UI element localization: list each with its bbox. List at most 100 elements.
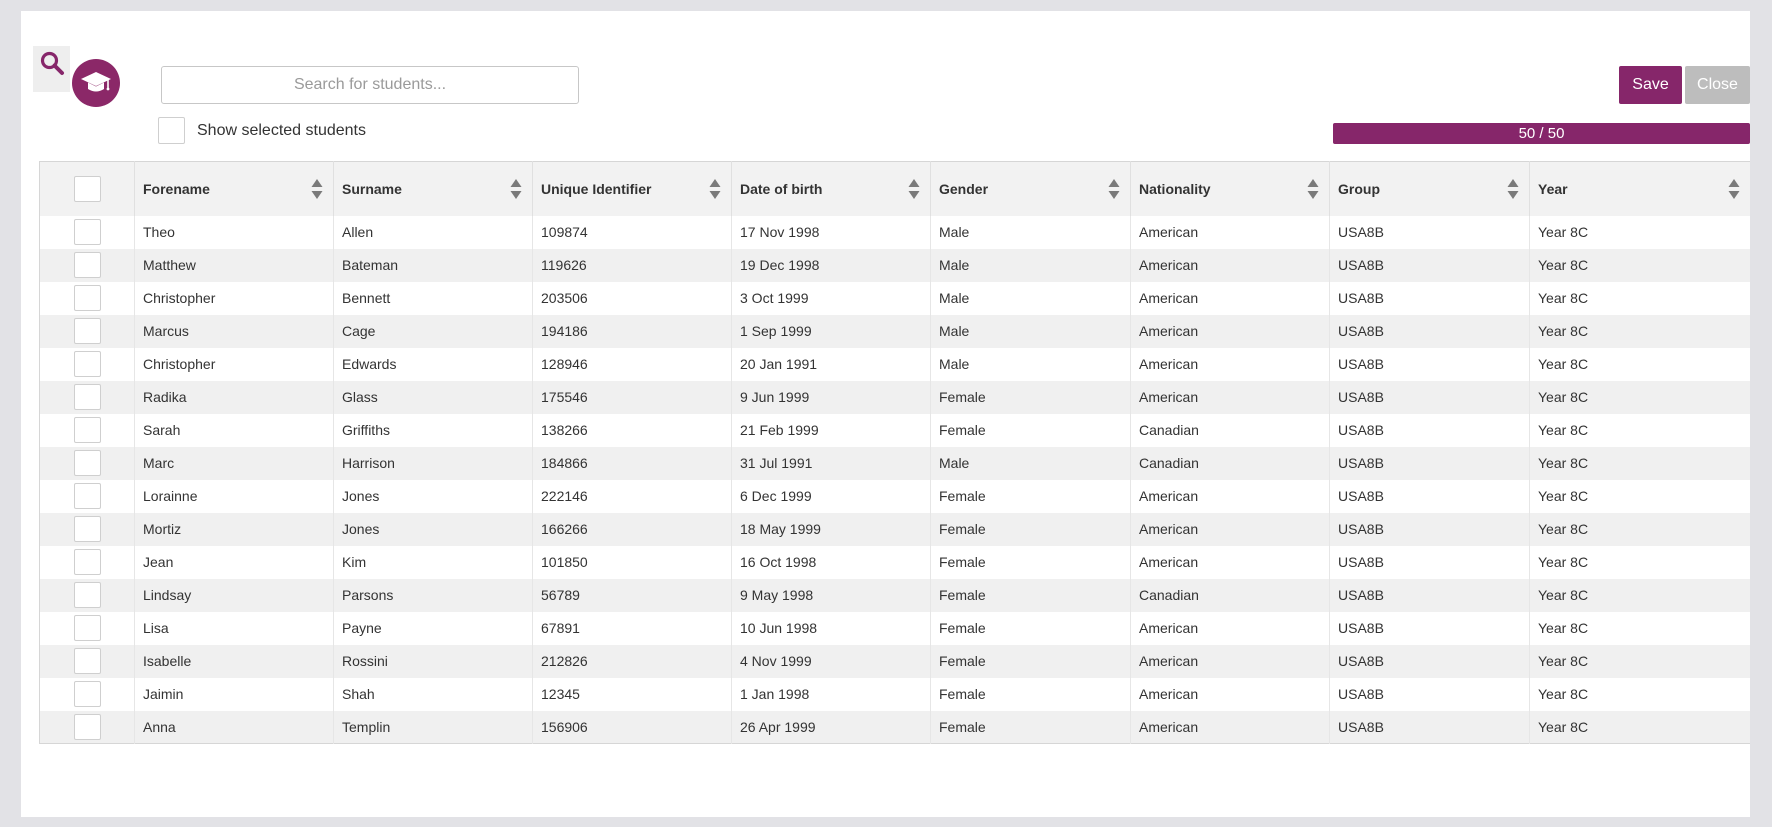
column-header-unique-identifier[interactable]: Unique Identifier bbox=[532, 161, 732, 216]
table-cell: 128946 bbox=[532, 347, 732, 381]
table-cell: Female bbox=[930, 512, 1131, 546]
row-checkbox[interactable] bbox=[73, 384, 101, 410]
row-checkbox[interactable] bbox=[73, 615, 101, 641]
table-cell: Anna bbox=[134, 710, 334, 744]
column-header-group[interactable]: Group bbox=[1329, 161, 1530, 216]
row-checkbox[interactable] bbox=[73, 285, 101, 311]
sort-icon[interactable] bbox=[311, 178, 323, 200]
table-cell: Sarah bbox=[134, 413, 334, 447]
table-cell: Lisa bbox=[134, 611, 334, 645]
table-cell: USA8B bbox=[1329, 281, 1530, 315]
table-cell: Payne bbox=[333, 611, 533, 645]
table-cell: Cage bbox=[333, 314, 533, 348]
table-cell: Bennett bbox=[333, 281, 533, 315]
table-cell: 1 Sep 1999 bbox=[731, 314, 931, 348]
column-header-label: Year bbox=[1538, 180, 1568, 197]
table-cell: Matthew bbox=[134, 248, 334, 282]
table-row[interactable]: Matthew Bateman 119626 19 Dec 1998 Male Ameri… bbox=[39, 248, 1750, 282]
table-cell: Theo bbox=[134, 215, 334, 249]
table-row[interactable]: Anna Templin 156906 26 Apr 1999 Female Americ… bbox=[39, 710, 1750, 744]
row-checkbox[interactable] bbox=[73, 648, 101, 674]
row-select-cell bbox=[39, 611, 135, 645]
show-selected-toggle[interactable]: Show selected students bbox=[158, 117, 366, 144]
save-button[interactable]: Save bbox=[1619, 66, 1682, 104]
table-row[interactable]: Christopher Bennett 203506 3 Oct 1999 Male Am… bbox=[39, 281, 1750, 315]
row-select-cell bbox=[39, 677, 135, 711]
show-selected-checkbox[interactable] bbox=[158, 117, 185, 144]
table-cell: Lorainne bbox=[134, 479, 334, 513]
table-cell: USA8B bbox=[1329, 380, 1530, 414]
search-toggle-button[interactable] bbox=[33, 46, 70, 92]
table-cell: 166266 bbox=[532, 512, 732, 546]
table-row[interactable]: Marc Harrison 184866 31 Jul 1991 Male Canadia… bbox=[39, 446, 1750, 480]
table-cell: USA8B bbox=[1329, 611, 1530, 645]
column-header-forename[interactable]: Forename bbox=[134, 161, 334, 216]
search-icon bbox=[40, 51, 64, 75]
column-header-label: Surname bbox=[342, 180, 402, 197]
table-cell: Christopher bbox=[134, 347, 334, 381]
row-checkbox[interactable] bbox=[73, 219, 101, 245]
table-cell: USA8B bbox=[1329, 677, 1530, 711]
row-checkbox[interactable] bbox=[73, 549, 101, 575]
table-cell: Year 8C bbox=[1529, 248, 1750, 282]
table-cell: USA8B bbox=[1329, 248, 1530, 282]
student-search-input[interactable] bbox=[161, 66, 579, 104]
row-checkbox[interactable] bbox=[73, 450, 101, 476]
table-row[interactable]: Marcus Cage 194186 1 Sep 1999 Male American US… bbox=[39, 314, 1750, 348]
column-header-date-of-birth[interactable]: Date of birth bbox=[731, 161, 931, 216]
column-header-label: Date of birth bbox=[740, 180, 823, 197]
sort-icon[interactable] bbox=[908, 178, 920, 200]
column-header-surname[interactable]: Surname bbox=[333, 161, 533, 216]
row-select-cell bbox=[39, 710, 135, 744]
row-select-cell bbox=[39, 281, 135, 315]
row-select-cell bbox=[39, 413, 135, 447]
sort-icon[interactable] bbox=[1507, 178, 1519, 200]
table-row[interactable]: Christopher Edwards 128946 20 Jan 1991 Male A… bbox=[39, 347, 1750, 381]
table-cell: Year 8C bbox=[1529, 545, 1750, 579]
row-select-cell bbox=[39, 380, 135, 414]
column-header-year[interactable]: Year bbox=[1529, 161, 1750, 216]
table-cell: American bbox=[1130, 281, 1330, 315]
row-checkbox[interactable] bbox=[73, 351, 101, 377]
close-button[interactable]: Close bbox=[1685, 66, 1750, 104]
table-cell: USA8B bbox=[1329, 347, 1530, 381]
sort-icon[interactable] bbox=[510, 178, 522, 200]
table-row[interactable]: Lorainne Jones 222146 6 Dec 1999 Female Ameri… bbox=[39, 479, 1750, 513]
sort-icon[interactable] bbox=[1307, 178, 1319, 200]
column-header-gender[interactable]: Gender bbox=[930, 161, 1131, 216]
table-row[interactable]: Lisa Payne 67891 10 Jun 1998 Female American U… bbox=[39, 611, 1750, 645]
table-cell: 16 Oct 1998 bbox=[731, 545, 931, 579]
sort-icon[interactable] bbox=[1108, 178, 1120, 200]
table-cell: 119626 bbox=[532, 248, 732, 282]
row-checkbox[interactable] bbox=[73, 417, 101, 443]
row-checkbox[interactable] bbox=[73, 252, 101, 278]
selection-progress-bar: 50 / 50 bbox=[1333, 123, 1750, 144]
sort-icon[interactable] bbox=[1728, 178, 1740, 200]
table-cell: American bbox=[1130, 215, 1330, 249]
row-checkbox[interactable] bbox=[73, 516, 101, 542]
table-cell: Marcus bbox=[134, 314, 334, 348]
table-row[interactable]: Mortiz Jones 166266 18 May 1999 Female Americ… bbox=[39, 512, 1750, 546]
row-checkbox[interactable] bbox=[73, 713, 101, 740]
table-row[interactable]: Sarah Griffiths 138266 21 Feb 1999 Female Can… bbox=[39, 413, 1750, 447]
row-checkbox[interactable] bbox=[73, 483, 101, 509]
table-row[interactable]: Lindsay Parsons 56789 9 May 1998 Female Canad… bbox=[39, 578, 1750, 612]
row-checkbox[interactable] bbox=[73, 681, 101, 707]
table-row[interactable]: Jean Kim 101850 16 Oct 1998 Female American US… bbox=[39, 545, 1750, 579]
table-row[interactable]: Radika Glass 175546 9 Jun 1999 Female America… bbox=[39, 380, 1750, 414]
table-cell: USA8B bbox=[1329, 545, 1530, 579]
column-header-nationality[interactable]: Nationality bbox=[1130, 161, 1330, 216]
table-row[interactable]: Jaimin Shah 12345 1 Jan 1998 Female American U… bbox=[39, 677, 1750, 711]
table-cell: USA8B bbox=[1329, 512, 1530, 546]
select-all-checkbox[interactable] bbox=[73, 175, 101, 202]
table-cell: American bbox=[1130, 545, 1330, 579]
table-cell: 203506 bbox=[532, 281, 732, 315]
row-checkbox[interactable] bbox=[73, 318, 101, 344]
sort-icon[interactable] bbox=[709, 178, 721, 200]
table-cell: Female bbox=[930, 578, 1131, 612]
table-row[interactable]: Isabelle Rossini 212826 4 Nov 1999 Female Ame… bbox=[39, 644, 1750, 678]
row-checkbox[interactable] bbox=[73, 582, 101, 608]
table-row[interactable]: Theo Allen 109874 17 Nov 1998 Male American US… bbox=[39, 215, 1750, 249]
table-cell: American bbox=[1130, 710, 1330, 744]
table-cell: Year 8C bbox=[1529, 413, 1750, 447]
